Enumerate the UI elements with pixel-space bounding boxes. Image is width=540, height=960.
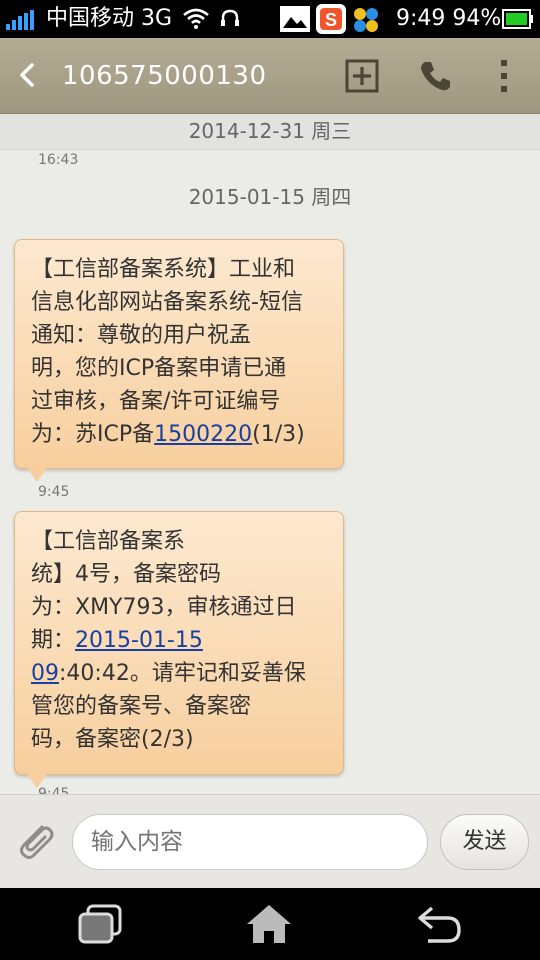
message-line: 管您的备案号、备案密: [31, 694, 252, 719]
more-icon[interactable]: [482, 54, 526, 98]
clock-battery-label: 9:49 94%: [396, 6, 502, 31]
svg-text:S: S: [325, 10, 337, 30]
add-contact-icon[interactable]: [340, 54, 384, 98]
message-line: 通知：尊敬的用户祝孟: [31, 323, 252, 348]
message-input[interactable]: [72, 814, 428, 870]
date-link[interactable]: 2015-01-15: [75, 628, 203, 653]
navigation-bar: [0, 888, 540, 960]
home-icon[interactable]: [244, 902, 294, 946]
message-time: 16:43: [38, 152, 79, 168]
compose-bar: 发送: [0, 794, 540, 888]
attachment-icon[interactable]: [12, 819, 58, 865]
recent-apps-icon[interactable]: [76, 902, 126, 946]
message-thread[interactable]: 2014-12-31 周三 16:43 2015-01-15 周四 【工信部备案…: [0, 114, 540, 794]
carrier-label: 中国移动 3G: [46, 6, 173, 31]
message-line: 信息化部网站备案系统-短信: [31, 290, 303, 315]
message-line: 【工信部备案系统】工业和: [31, 257, 296, 282]
back-icon[interactable]: [414, 902, 464, 946]
message-time: 9:45: [38, 484, 70, 500]
message-text: 为：苏ICP备: [31, 422, 155, 447]
gallery-icon: [280, 6, 310, 32]
status-bar: 中国移动 3G S 9:49 94%: [0, 0, 540, 38]
contact-number-title: 106575000130: [62, 61, 267, 91]
message-text: (1/3): [252, 422, 305, 447]
number-link[interactable]: 1500220: [154, 422, 252, 447]
message-line: 【工信部备案系: [31, 529, 186, 554]
message-line: 期：2015-01-15: [31, 624, 327, 657]
message-line: 过审核，备案/许可证编号: [31, 389, 281, 414]
bubble-tail: [27, 468, 47, 482]
notification-icons: S: [280, 4, 378, 34]
send-button[interactable]: 发送: [440, 814, 529, 870]
conversation-header: 106575000130: [0, 38, 540, 114]
message-line: 为：苏ICP备1500220(1/3): [31, 418, 327, 451]
date-separator: 2014-12-31 周三: [0, 114, 540, 150]
message-time: 9:45: [38, 786, 70, 794]
back-arrow-icon[interactable]: [12, 60, 42, 90]
signal-icon: [6, 10, 34, 30]
phone-icon[interactable]: [413, 54, 457, 98]
message-bubble[interactable]: 【工信部备案系统】工业和 信息化部网站备案系统-短信 通知：尊敬的用户祝孟 明，…: [14, 239, 344, 482]
headset-icon: [221, 9, 239, 26]
message-line: 明，您的ICP备案申请已通: [31, 356, 287, 381]
battery-icon: [502, 9, 533, 29]
message-bubble[interactable]: 【工信部备案系 统】4号，备案密码 为：XMY793，审核通过日 期：2015-…: [14, 511, 344, 788]
message-line: 09:40:42。请牢记和妥善保: [31, 657, 327, 690]
message-text: :40:42。请牢记和妥善保: [59, 661, 306, 686]
date-separator: 2015-01-15 周四: [188, 185, 352, 209]
message-text: 期：: [31, 628, 76, 653]
message-line: 统】4号，备案密码: [31, 562, 221, 587]
message-line: 为：XMY793，审核通过日: [31, 595, 297, 620]
message-line: 码，备案密(2/3): [31, 727, 194, 752]
weather-icon: [354, 8, 378, 32]
date-link[interactable]: 09: [31, 661, 59, 686]
sogou-icon: S: [316, 4, 346, 34]
wifi-icon: [183, 8, 209, 29]
